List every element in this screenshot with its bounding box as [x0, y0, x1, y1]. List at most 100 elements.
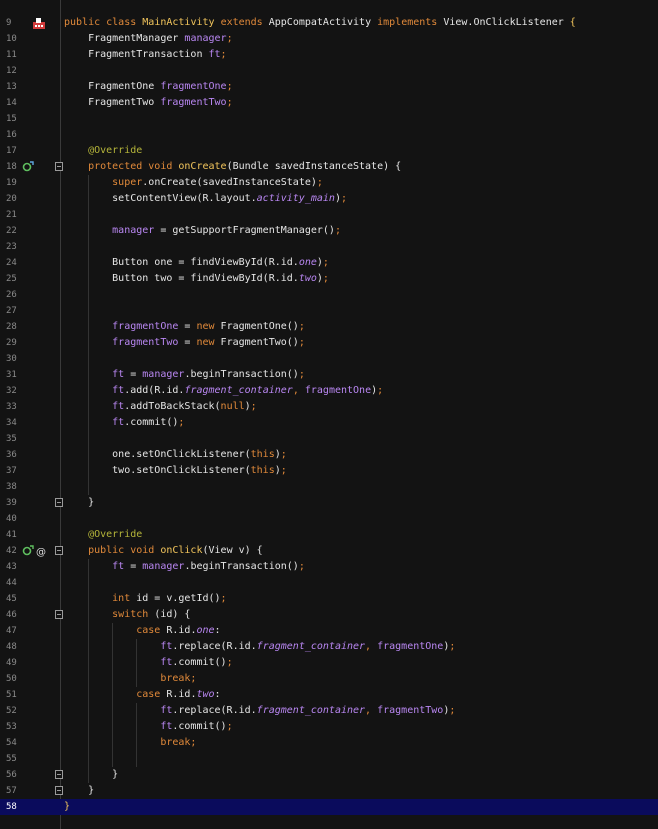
code-line[interactable]: 32 ft.add(R.id.fragment_container, fragm… [0, 383, 658, 399]
code-line[interactable]: 15 [0, 111, 658, 127]
code-text[interactable]: @Override [64, 143, 142, 159]
line-number[interactable]: 35 [6, 431, 32, 447]
line-number[interactable]: 31 [6, 367, 32, 383]
line-number[interactable]: 53 [6, 719, 32, 735]
line-number[interactable]: 12 [6, 63, 32, 79]
code-line[interactable]: 55 [0, 751, 658, 767]
line-number[interactable]: 19 [6, 175, 32, 191]
line-number[interactable]: 38 [6, 479, 32, 495]
code-text[interactable]: ft = manager.beginTransaction(); [64, 559, 305, 575]
line-number[interactable]: 30 [6, 351, 32, 367]
code-line[interactable]: 17 @Override [0, 143, 658, 159]
line-number[interactable]: 37 [6, 463, 32, 479]
code-text[interactable]: } [64, 495, 94, 511]
fold-marker-icon[interactable] [55, 162, 63, 171]
code-line[interactable]: 16 [0, 127, 658, 143]
code-line[interactable]: 29 fragmentTwo = new FragmentTwo(); [0, 335, 658, 351]
code-lines[interactable]: 9 public class MainActivity extends AppCo… [0, 0, 658, 815]
fold-marker-icon[interactable] [55, 770, 63, 779]
code-line[interactable]: 27 [0, 303, 658, 319]
line-number[interactable]: 24 [6, 255, 32, 271]
line-number[interactable]: 40 [6, 511, 32, 527]
code-line[interactable]: 36 one.setOnClickListener(this); [0, 447, 658, 463]
code-text[interactable]: FragmentTransaction ft; [64, 47, 227, 63]
code-line[interactable]: 41 @Override [0, 527, 658, 543]
code-line[interactable]: 53 ft.commit(); [0, 719, 658, 735]
code-line[interactable]: 11 FragmentTransaction ft; [0, 47, 658, 63]
code-text[interactable]: ft.replace(R.id.fragment_container, frag… [64, 703, 455, 719]
line-number[interactable]: 27 [6, 303, 32, 319]
code-line[interactable]: 22 manager = getSupportFragmentManager()… [0, 223, 658, 239]
code-line[interactable]: 9 public class MainActivity extends AppCo… [0, 15, 658, 31]
code-line[interactable]: 51 case R.id.two: [0, 687, 658, 703]
code-line[interactable]: 18 protected void onCreate(Bundle savedI… [0, 159, 658, 175]
code-line[interactable]: 54 break; [0, 735, 658, 751]
code-text[interactable]: } [64, 799, 70, 815]
code-line[interactable]: 37 two.setOnClickListener(this); [0, 463, 658, 479]
code-line[interactable]: 44 [0, 575, 658, 591]
code-text[interactable]: ft.commit(); [64, 719, 232, 735]
code-line[interactable]: 45 int id = v.getId(); [0, 591, 658, 607]
line-number[interactable]: 39 [6, 495, 32, 511]
code-line[interactable]: 48 ft.replace(R.id.fragment_container, f… [0, 639, 658, 655]
code-text[interactable]: setContentView(R.layout.activity_main); [64, 191, 347, 207]
line-number[interactable]: 54 [6, 735, 32, 751]
fold-marker-icon[interactable] [55, 610, 63, 619]
code-line[interactable]: 56 } [0, 767, 658, 783]
line-number[interactable]: 29 [6, 335, 32, 351]
code-text[interactable]: ft = manager.beginTransaction(); [64, 367, 305, 383]
code-text[interactable]: case R.id.two: [64, 687, 220, 703]
code-text[interactable]: break; [64, 671, 196, 687]
line-number[interactable]: 36 [6, 447, 32, 463]
code-text[interactable]: FragmentOne fragmentOne; [64, 79, 233, 95]
code-line[interactable]: 23 [0, 239, 658, 255]
code-text[interactable]: case R.id.one: [64, 623, 220, 639]
code-line[interactable]: 33 ft.addToBackStack(null); [0, 399, 658, 415]
code-text[interactable]: ft.add(R.id.fragment_container, fragment… [64, 383, 383, 399]
code-text[interactable]: one.setOnClickListener(this); [64, 447, 287, 463]
code-line[interactable]: 24 Button one = findViewById(R.id.one); [0, 255, 658, 271]
line-number[interactable]: 46 [6, 607, 32, 623]
code-text[interactable]: protected void onCreate(Bundle savedInst… [64, 159, 401, 175]
code-text[interactable]: } [64, 783, 94, 799]
line-number[interactable]: 47 [6, 623, 32, 639]
line-number[interactable]: 56 [6, 767, 32, 783]
code-text[interactable]: ft.addToBackStack(null); [64, 399, 257, 415]
line-number[interactable]: 45 [6, 591, 32, 607]
line-number[interactable]: 51 [6, 687, 32, 703]
code-text[interactable]: @Override [64, 527, 142, 543]
line-number[interactable]: 43 [6, 559, 32, 575]
code-text[interactable]: fragmentTwo = new FragmentTwo(); [64, 335, 305, 351]
code-line[interactable]: 25 Button two = findViewById(R.id.two); [0, 271, 658, 287]
line-number[interactable]: 17 [6, 143, 32, 159]
line-number[interactable]: 41 [6, 527, 32, 543]
code-line[interactable]: 38 [0, 479, 658, 495]
code-line[interactable]: 39 } [0, 495, 658, 511]
code-text[interactable]: break; [64, 735, 196, 751]
code-line[interactable]: 57 } [0, 783, 658, 799]
code-editor[interactable]: 9 public class MainActivity extends AppCo… [0, 0, 658, 829]
fold-marker-icon[interactable] [55, 546, 63, 555]
code-line[interactable]: 42 @ public void onClick(View v) { [0, 543, 658, 559]
code-line[interactable]: 49 ft.commit(); [0, 655, 658, 671]
code-text[interactable]: public void onClick(View v) { [64, 543, 263, 559]
code-line[interactable]: 13 FragmentOne fragmentOne; [0, 79, 658, 95]
code-text[interactable]: Button two = findViewById(R.id.two); [64, 271, 329, 287]
line-number[interactable]: 28 [6, 319, 32, 335]
line-number[interactable]: 10 [6, 31, 32, 47]
code-line[interactable]: 35 [0, 431, 658, 447]
code-line[interactable]: 46 switch (id) { [0, 607, 658, 623]
code-line[interactable]: 34 ft.commit(); [0, 415, 658, 431]
code-text[interactable]: ft.replace(R.id.fragment_container, frag… [64, 639, 455, 655]
line-number[interactable]: 48 [6, 639, 32, 655]
fold-marker-icon[interactable] [55, 498, 63, 507]
code-line[interactable]: 19 super.onCreate(savedInstanceState); [0, 175, 658, 191]
line-number[interactable]: 22 [6, 223, 32, 239]
code-text[interactable]: Button one = findViewById(R.id.one); [64, 255, 329, 271]
code-line[interactable]: 20 setContentView(R.layout.activity_main… [0, 191, 658, 207]
code-line[interactable]: 26 [0, 287, 658, 303]
code-line[interactable]: 40 [0, 511, 658, 527]
line-number[interactable]: 32 [6, 383, 32, 399]
code-line[interactable]: 21 [0, 207, 658, 223]
line-number[interactable]: 34 [6, 415, 32, 431]
